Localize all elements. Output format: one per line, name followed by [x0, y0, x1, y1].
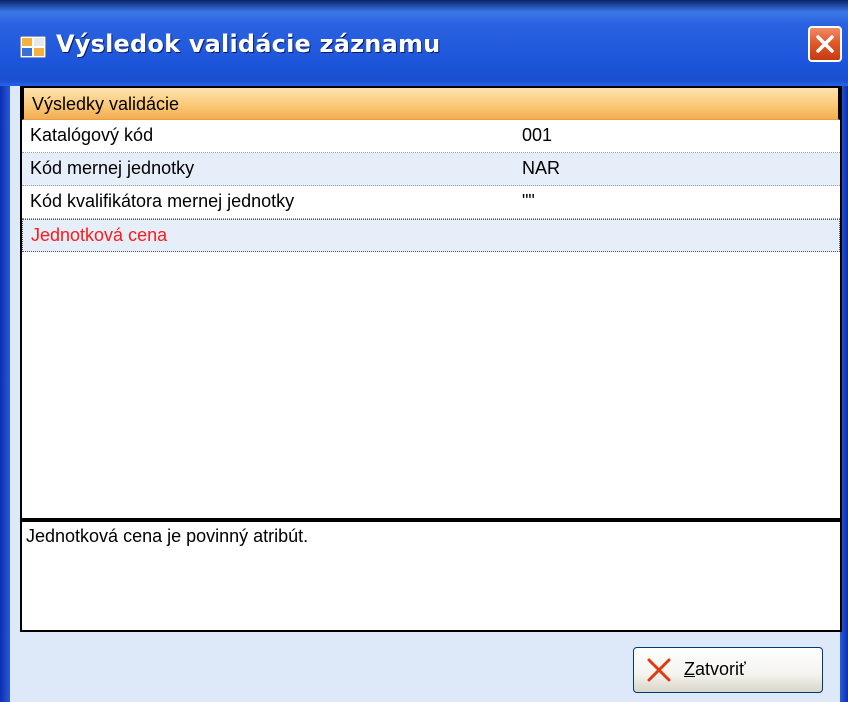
red-x-icon [647, 658, 671, 682]
title-bar[interactable]: Výsledok validácie záznamu [0, 0, 848, 86]
window-title: Výsledok validácie záznamu [56, 30, 441, 58]
validation-message-panel: Jednotková cena je povinný atribút. [20, 520, 842, 632]
row-value: "" [522, 191, 535, 211]
row-value: NAR [522, 158, 561, 178]
grid-header-label: Výsledky validácie [32, 94, 180, 114]
grid-header: Výsledky validácie [22, 86, 840, 120]
close-icon [816, 35, 834, 53]
row-name: Katalógový kód [30, 125, 154, 145]
grid-row-kod-mernej-jednotky[interactable]: Kód mernej jednotky NAR [22, 153, 840, 186]
window-close-button[interactable] [808, 26, 842, 62]
grid-row-katalogovy-kod[interactable]: Katalógový kód 001 [22, 120, 840, 153]
close-button[interactable]: Zatvoriť [633, 647, 823, 693]
grid-row-kod-kvalifikatora[interactable]: Kód kvalifikátora mernej jednotky "" [22, 186, 840, 219]
dialog-window: Výsledok validácie záznamu Výsledky vali… [0, 0, 848, 702]
window-left-border [0, 86, 10, 702]
row-value: 001 [522, 125, 553, 145]
row-name: Kód kvalifikátora mernej jednotky [30, 191, 295, 211]
grid-row-jednotkova-cena[interactable]: Jednotková cena [22, 219, 840, 252]
row-name: Kód mernej jednotky [30, 158, 195, 178]
app-window-icon [20, 36, 46, 58]
validation-message: Jednotková cena je povinný atribút. [26, 526, 309, 546]
close-button-label: Zatvoriť [684, 659, 746, 680]
row-name: Jednotková cena [31, 225, 168, 245]
close-button-mnemonic: Z [684, 659, 695, 679]
grid-rows: Katalógový kód 001 Kód mernej jednotky N… [22, 120, 840, 252]
dialog-client-area: Výsledky validácie Katalógový kód 001 Kó… [10, 86, 842, 702]
close-button-label-rest: atvoriť [695, 659, 746, 679]
